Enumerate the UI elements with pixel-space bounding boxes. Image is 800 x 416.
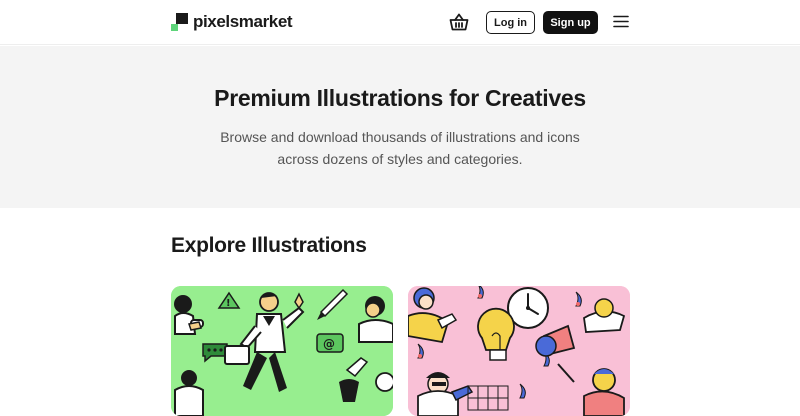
svg-text:!: ! — [226, 298, 231, 309]
site-logo[interactable]: pixelsmarket — [171, 12, 293, 32]
hero-title: Premium Illustrations for Creatives — [214, 85, 586, 111]
logo-mark-icon — [171, 13, 188, 31]
svg-text:@: @ — [323, 337, 335, 351]
hero-section: Premium Illustrations for Creatives Brow… — [0, 46, 800, 208]
hamburger-menu-icon[interactable] — [613, 14, 629, 29]
signup-button[interactable]: Sign up — [543, 11, 598, 34]
illustration-card-green[interactable]: ! @ — [171, 286, 393, 416]
explore-title: Explore Illustrations — [171, 234, 367, 257]
hero-subtitle: Browse and download thousands of illustr… — [220, 129, 580, 167]
login-button[interactable]: Log in — [486, 11, 535, 34]
green-illustration: ! @ — [171, 286, 393, 416]
site-header: pixelsmarket Log in Sign up — [0, 0, 800, 45]
basket-icon[interactable] — [449, 12, 469, 32]
pink-illustration — [408, 286, 630, 416]
illustration-card-pink[interactable] — [408, 286, 630, 416]
logo-text: pixelsmarket — [193, 12, 293, 31]
